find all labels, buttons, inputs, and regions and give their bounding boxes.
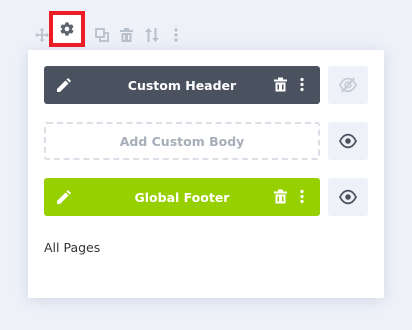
- sort-icon[interactable]: [142, 22, 162, 48]
- more-vertical-icon[interactable]: [300, 77, 304, 96]
- footer-visibility-toggle[interactable]: [328, 178, 368, 216]
- trash-icon[interactable]: [116, 22, 136, 48]
- custom-body-label: Add Custom Body: [119, 133, 245, 149]
- body-visibility-toggle[interactable]: [328, 122, 368, 160]
- trash-icon[interactable]: [274, 189, 287, 208]
- theme-template-card: Custom Header Add Custom Body Global Foo…: [28, 50, 384, 298]
- global-footer-row[interactable]: Global Footer: [44, 178, 320, 216]
- more-vertical-icon[interactable]: [300, 189, 304, 208]
- eye-off-icon: [339, 77, 357, 93]
- more-vertical-icon[interactable]: [166, 22, 186, 48]
- assignment-label: All Pages: [44, 240, 101, 255]
- gear-icon: [60, 22, 74, 36]
- custom-header-row[interactable]: Custom Header: [44, 66, 320, 104]
- settings-button[interactable]: [49, 11, 85, 47]
- edit-icon[interactable]: [56, 189, 72, 209]
- eye-icon: [339, 189, 357, 205]
- header-visibility-toggle[interactable]: [328, 66, 368, 104]
- edit-icon[interactable]: [56, 77, 72, 97]
- duplicate-icon[interactable]: [92, 22, 112, 48]
- custom-body-row[interactable]: Add Custom Body: [44, 122, 320, 160]
- trash-icon[interactable]: [274, 77, 287, 96]
- eye-icon: [339, 133, 357, 149]
